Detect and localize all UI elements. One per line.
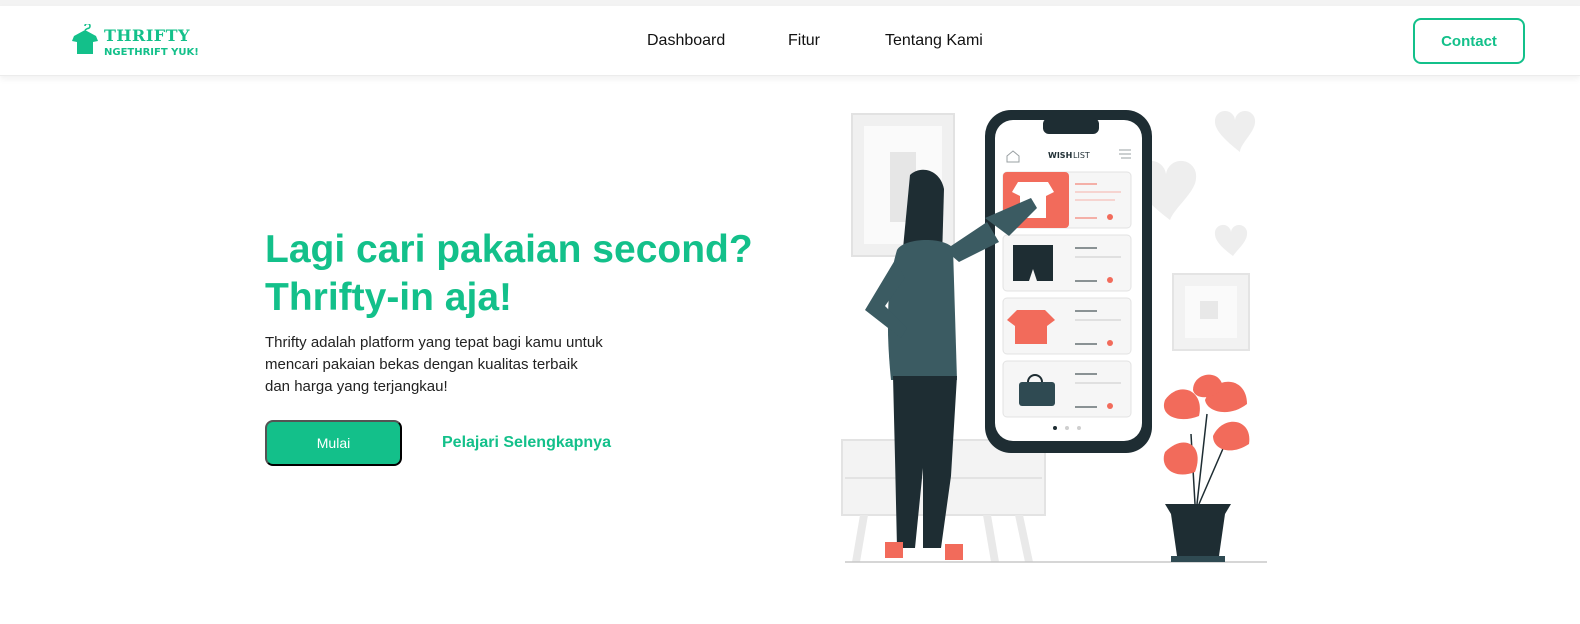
hero-title-line-2: Thrifty-in aja! xyxy=(265,276,513,319)
wall-frame-right xyxy=(1172,273,1250,351)
wishlist-title-bold: WISH xyxy=(1048,151,1072,160)
hero-title-line-1: Lagi cari pakaian second? xyxy=(265,228,753,271)
heart-decorations xyxy=(1135,110,1256,256)
hero-description: Thrifty adalah platform yang tepat bagi … xyxy=(265,334,603,395)
mulai-button[interactable]: Mulai xyxy=(265,420,402,466)
main-nav: Dashboard Fitur Tentang Kami xyxy=(0,6,1580,76)
wishlist-title-light: LIST xyxy=(1073,151,1090,160)
hero-illustration: WISH LIST xyxy=(835,100,1275,570)
nav-fitur[interactable]: Fitur xyxy=(788,32,820,50)
hero-title: Lagi cari pakaian second? Thrifty-in aja… xyxy=(265,226,785,322)
phone: WISH LIST xyxy=(985,110,1152,453)
learn-more-link[interactable]: Pelajari Selengkapnya xyxy=(442,434,611,452)
contact-button[interactable]: Contact xyxy=(1413,18,1525,64)
navbar: THRIFTY NGETHRIFT YUK! Dashboard Fitur T… xyxy=(0,6,1580,76)
nav-dashboard[interactable]: Dashboard xyxy=(647,32,725,50)
potted-plant xyxy=(1163,374,1250,562)
nav-tentang-kami[interactable]: Tentang Kami xyxy=(885,32,983,50)
